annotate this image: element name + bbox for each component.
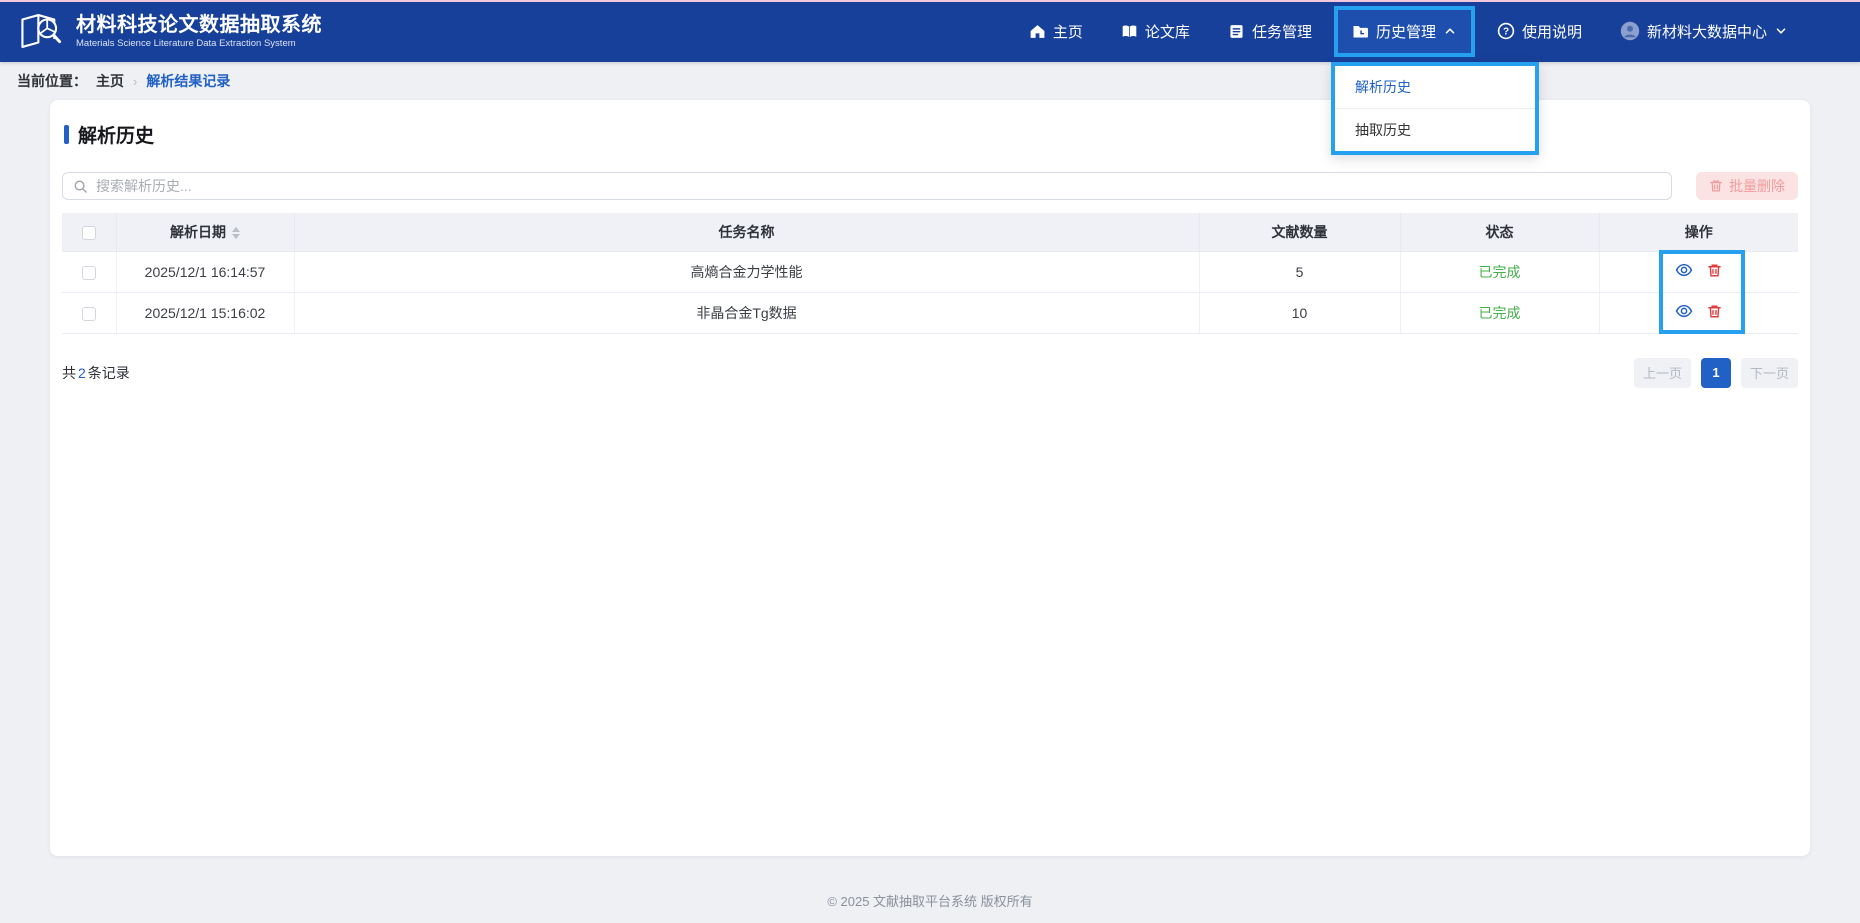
records-suffix: 条记录 [88,365,130,381]
svg-text:?: ? [1503,27,1509,38]
chevron-up-icon [1443,24,1457,38]
delete-trash-icon[interactable] [1707,304,1722,319]
prev-page-button[interactable]: 上一页 [1634,358,1691,388]
list-footer: 共2条记录 上一页 1 下一页 [62,358,1798,388]
chevron-down-icon [1774,24,1788,38]
breadcrumb-separator-icon: › [133,74,137,89]
app-logo-icon [18,11,64,51]
tasks-icon [1228,23,1245,40]
cell-count: 5 [1199,251,1400,292]
user-avatar-icon [1620,21,1640,41]
column-header-actions: 操作 [1599,213,1798,251]
menu-item-parse-history[interactable]: 解析历史 [1335,66,1535,108]
breadcrumb-home[interactable]: 主页 [96,71,124,91]
cell-task: 非晶合金Tg数据 [294,292,1199,333]
search-input[interactable] [62,172,1672,200]
content-card: 解析历史 批量删除 [50,100,1810,856]
window-top-edge [0,0,1860,2]
table-row: 2025/12/1 16:14:57 高熵合金力学性能 5 已完成 [62,251,1798,292]
row-actions [1675,302,1722,320]
records-count: 2 [78,365,86,381]
select-all-checkbox[interactable] [82,226,96,240]
book-icon [1121,23,1138,40]
table-header-row: 解析日期 任务名称 文献数量 状态 操作 [62,213,1798,251]
site-footer: © 2025 文献抽取平台系统 版权所有 [0,891,1860,910]
breadcrumb: 当前位置： 主页 › 解析结果记录 [0,62,1860,100]
page-title: 解析历史 [78,121,154,148]
sort-icon[interactable] [232,227,240,239]
nav-item-label: 使用说明 [1522,21,1582,42]
column-header-count: 文献数量 [1199,213,1400,251]
home-icon [1029,23,1046,40]
app-subtitle: Materials Science Literature Data Extrac… [76,38,322,49]
view-eye-icon[interactable] [1675,302,1693,320]
menu-item-extract-history[interactable]: 抽取历史 [1335,109,1535,151]
cell-date: 2025/12/1 16:14:57 [116,251,294,292]
view-eye-icon[interactable] [1675,261,1693,279]
row-actions [1675,261,1722,279]
brand[interactable]: 材料科技论文数据抽取系统 Materials Science Literatur… [0,11,322,51]
nav-item-history[interactable]: 历史管理 解析历史 抽取历史 [1338,10,1471,53]
status-badge: 已完成 [1479,305,1521,321]
folder-icon [1352,23,1369,40]
pagination: 上一页 1 下一页 [1634,358,1798,388]
nav-item-label: 任务管理 [1252,21,1312,42]
copyright-text: © 2025 文献抽取平台系统 版权所有 [827,894,1032,909]
nav-item-label: 主页 [1053,21,1083,42]
batch-delete-label: 批量删除 [1729,176,1785,196]
batch-delete-button[interactable]: 批量删除 [1696,172,1798,200]
toolbar: 批量删除 [62,172,1798,200]
nav-item-label: 论文库 [1145,21,1190,42]
history-table: 解析日期 任务名称 文献数量 状态 操作 2025/12/1 16:14:57 … [62,213,1798,334]
breadcrumb-label: 当前位置： [17,71,87,91]
nav-item-home[interactable]: 主页 [1017,10,1095,53]
history-dropdown-menu: 解析历史 抽取历史 [1331,62,1539,155]
app-title: 材料科技论文数据抽取系统 [76,14,322,36]
search-box [62,172,1672,200]
user-name-label: 新材料大数据中心 [1647,21,1767,42]
table-row: 2025/12/1 15:16:02 非晶合金Tg数据 10 已完成 [62,292,1798,333]
column-header-status: 状态 [1400,213,1599,251]
nav-item-label: 历史管理 [1376,21,1436,42]
title-accent-bar [64,125,69,144]
main-nav: 主页 论文库 任务管理 历史管理 [1017,10,1860,53]
next-page-button[interactable]: 下一页 [1741,358,1798,388]
trash-icon [1709,179,1723,193]
cell-count: 10 [1199,292,1400,333]
question-icon: ? [1497,22,1515,40]
cell-date: 2025/12/1 15:16:02 [116,292,294,333]
page-number-button[interactable]: 1 [1701,358,1731,388]
nav-item-tasks[interactable]: 任务管理 [1216,10,1324,53]
cell-task: 高熵合金力学性能 [294,251,1199,292]
records-prefix: 共 [62,365,76,381]
status-badge: 已完成 [1479,264,1521,280]
column-header-task: 任务名称 [294,213,1199,251]
row-checkbox[interactable] [82,266,96,280]
breadcrumb-current[interactable]: 解析结果记录 [146,71,230,91]
nav-item-papers[interactable]: 论文库 [1109,10,1202,53]
nav-item-help[interactable]: ? 使用说明 [1485,10,1594,53]
top-navbar: 材料科技论文数据抽取系统 Materials Science Literatur… [0,0,1860,62]
column-header-date: 解析日期 [170,224,226,240]
delete-trash-icon[interactable] [1707,263,1722,278]
records-summary: 共2条记录 [62,363,130,383]
nav-item-user-menu[interactable]: 新材料大数据中心 [1608,10,1800,53]
row-checkbox[interactable] [82,307,96,321]
brand-text: 材料科技论文数据抽取系统 Materials Science Literatur… [76,14,322,49]
